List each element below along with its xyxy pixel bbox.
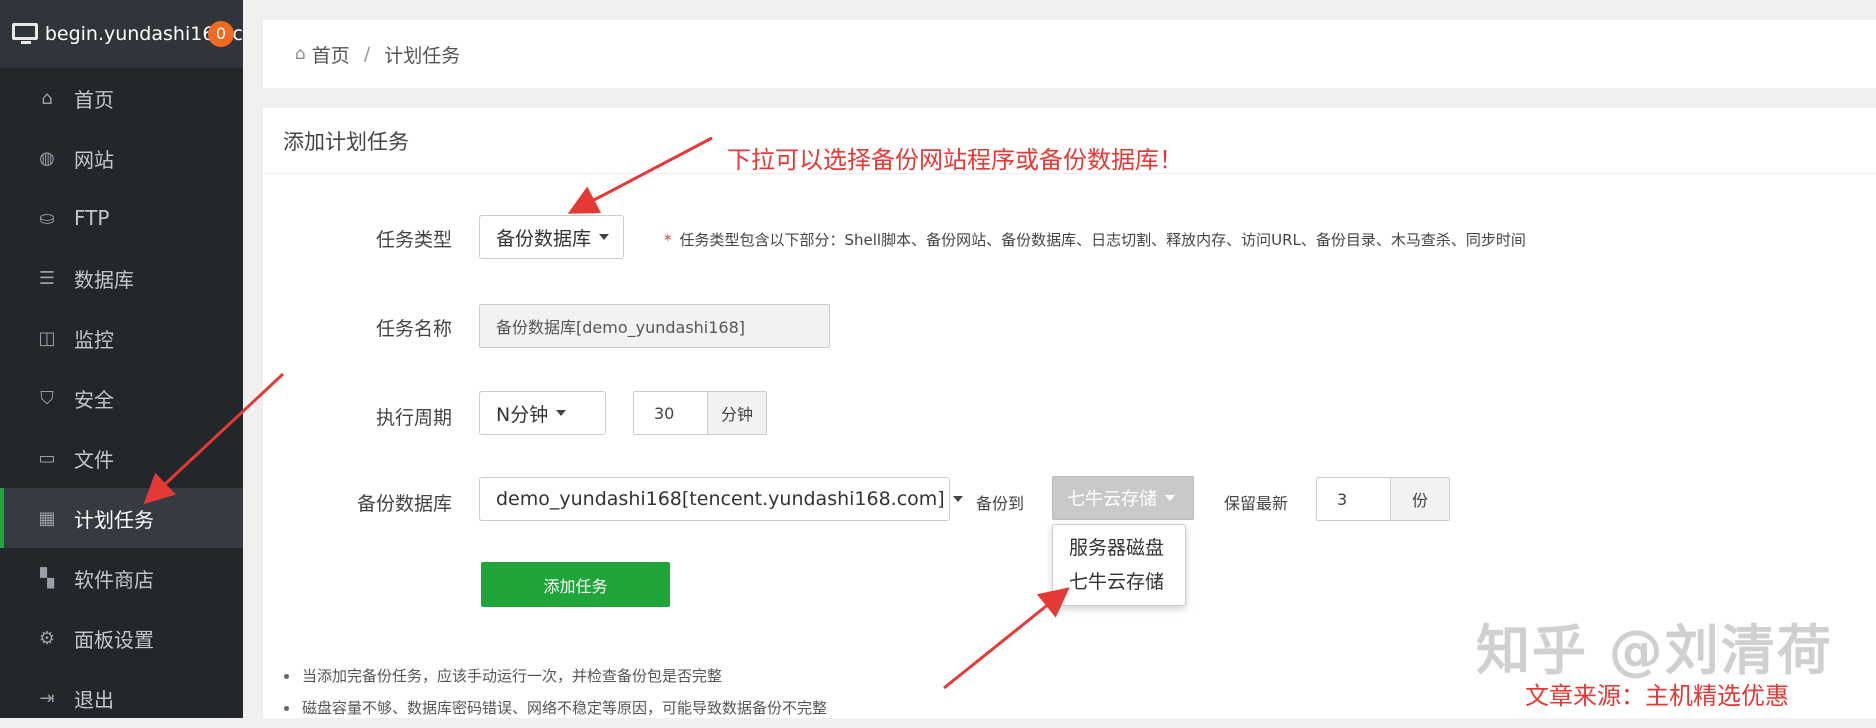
caret-down-icon [599, 234, 610, 240]
task-name-label: 任务名称 [375, 318, 452, 340]
keep-count-input[interactable]: 3 [1317, 478, 1391, 520]
tips-list: 当添加完备份任务，应该手动运行一次，并检查备份包是否完整 磁盘容量不够、数据库密… [282, 660, 827, 724]
sidebar-item-monitor[interactable]: ◫ 监控 [0, 308, 243, 368]
sidebar-item-ftp[interactable]: ⛀ FTP [0, 188, 243, 248]
breadcrumb-home[interactable]: 首页 [312, 41, 350, 68]
task-type-hint: * 任务类型包含以下部分：Shell脚本、备份网站、备份数据库、日志切割、释放内存… [664, 231, 1526, 249]
sidebar-item-security[interactable]: ⛉ 安全 [0, 368, 243, 428]
sidebar-item-store[interactable]: ▚ 软件商店 [0, 548, 243, 608]
home-icon: ⌂ [295, 44, 306, 64]
apps-icon: ▚ [40, 567, 54, 589]
tip-item: 当添加完备份任务，应该手动运行一次，并检查备份包是否完整 [282, 660, 827, 692]
sidebar-item-logout[interactable]: ⇥ 退出 [0, 668, 243, 728]
backup-to-label: 备份到 [976, 494, 1025, 513]
backup-to-select[interactable]: 七牛云存储 [1052, 476, 1194, 520]
source-note: 文章来源：主机精选优惠 [1525, 682, 1789, 710]
task-name-input[interactable]: 备份数据库[demo_yundashi168] [479, 304, 830, 348]
folder-icon: ▭ [38, 447, 56, 469]
watermark: 知乎 @刘清荷 [1476, 619, 1833, 682]
sidebar-item-files[interactable]: ▭ 文件 [0, 428, 243, 488]
sidebar-item-cron[interactable]: ▦ 计划任务 [0, 488, 243, 548]
sidebar-item-settings[interactable]: ⚙ 面板设置 [0, 608, 243, 668]
task-type-select[interactable]: 备份数据库 [479, 215, 624, 259]
ftp-icon: ⛀ [39, 207, 55, 229]
globe-icon: ◍ [39, 147, 55, 169]
calendar-icon: ▦ [38, 507, 56, 529]
sidebar-item-website[interactable]: ◍ 网站 [0, 128, 243, 188]
tip-item: 磁盘容量不够、数据库密码错误、网络不稳定等原因，可能导致数据备份不完整 [282, 692, 827, 724]
minutes-unit: 分钟 [708, 392, 766, 434]
backup-db-label: 备份数据库 [356, 493, 452, 515]
sidebar: begin.yundashi168.c 0 ⌂ 首页 ◍ 网站 ⛀ FTP ☰ … [0, 0, 243, 718]
period-select[interactable]: N分钟 [479, 391, 606, 435]
breadcrumb-current: 计划任务 [384, 44, 461, 67]
caret-down-icon [556, 410, 567, 416]
option-server-disk[interactable]: 服务器磁盘 [1053, 531, 1185, 565]
notification-badge[interactable]: 0 [208, 21, 234, 47]
period-label: 执行周期 [375, 407, 452, 429]
gear-icon: ⚙ [38, 627, 56, 649]
breadcrumb-separator: / [363, 43, 371, 65]
minutes-input-group: 30 分钟 [633, 391, 767, 435]
add-task-button[interactable]: 添加任务 [481, 562, 670, 607]
sidebar-item-home[interactable]: ⌂ 首页 [0, 68, 243, 128]
task-type-label: 任务类型 [375, 229, 452, 251]
monitor-icon [12, 23, 38, 45]
home-icon: ⌂ [41, 87, 53, 109]
option-qiniu-storage[interactable]: 七牛云存储 [1053, 565, 1185, 599]
backup-to-dropdown: 服务器磁盘 七牛云存储 [1052, 524, 1186, 606]
keep-latest-label: 保留最新 [1224, 494, 1289, 513]
keep-input-group: 3 份 [1316, 477, 1450, 521]
server-header[interactable]: begin.yundashi168.c 0 [0, 0, 243, 68]
chart-icon: ◫ [38, 327, 56, 349]
keep-count-unit: 份 [1391, 478, 1449, 520]
annotation-dropdown-note: 下拉可以选择备份网站程序或备份数据库！ [727, 146, 1183, 174]
logout-icon: ⇥ [39, 687, 55, 709]
caret-down-icon [1165, 495, 1175, 501]
shield-icon: ⛉ [40, 387, 54, 409]
database-icon: ☰ [38, 267, 56, 289]
caret-down-icon [952, 496, 963, 502]
database-select[interactable]: demo_yundashi168[tencent.yundashi168.com… [479, 477, 963, 521]
minutes-input[interactable]: 30 [634, 392, 708, 434]
breadcrumb: ⌂ 首页 / 计划任务 [263, 20, 1876, 88]
sidebar-item-database[interactable]: ☰ 数据库 [0, 248, 243, 308]
